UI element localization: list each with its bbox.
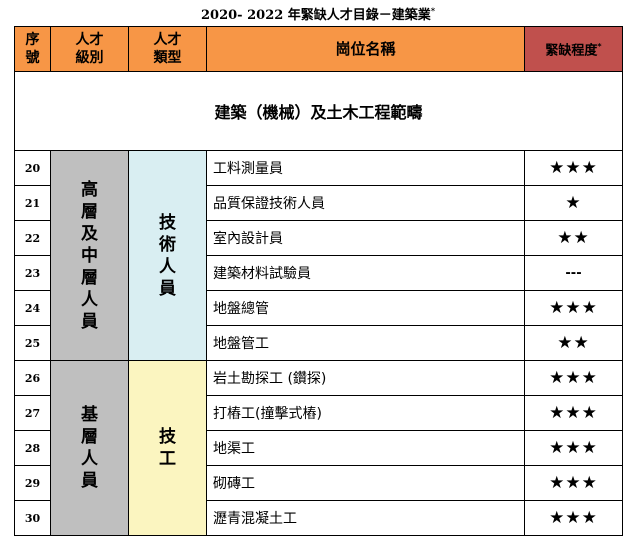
shortage-stars: ★★ — [524, 325, 623, 361]
header-type: 人才類型 — [128, 26, 207, 72]
position-name: 岩土勘探工 (鑽探) — [206, 360, 525, 396]
section-title: 建築（機械）及土木工程範疇 — [14, 71, 623, 151]
row-number: 30 — [14, 500, 51, 536]
header-serial: 序號 — [14, 26, 51, 72]
row-number: 26 — [14, 360, 51, 396]
position-name: 打樁工(撞擊式樁) — [206, 395, 525, 431]
talent-table: 序號 人才級別 人才類型 崗位名稱 緊缺程度* 建築（機械）及土木工程範疇 20… — [14, 26, 623, 536]
position-name: 建築材料試驗員 — [206, 255, 525, 291]
row-number: 25 — [14, 325, 51, 361]
shortage-stars: ★★★ — [524, 430, 623, 466]
header-level: 人才級別 — [50, 26, 129, 72]
position-name: 品質保證技術人員 — [206, 185, 525, 221]
shortage-stars: ★★★ — [524, 290, 623, 326]
shortage-stars: ★ — [524, 185, 623, 221]
header-position: 崗位名稱 — [206, 26, 525, 72]
section-row: 建築（機械）及土木工程範疇 — [14, 71, 623, 151]
header-severity-mark: * — [597, 41, 602, 51]
shortage-stars: ★★★ — [524, 395, 623, 431]
position-name: 地盤管工 — [206, 325, 525, 361]
shortage-stars: --- — [524, 255, 623, 291]
title-footnote-mark: * — [430, 5, 435, 16]
title-text: 2020- 2022 年緊缺人才目錄－建築業 — [201, 8, 431, 23]
header-severity: 緊缺程度* — [524, 26, 623, 72]
page-title: 2020- 2022 年緊缺人才目錄－建築業* — [0, 4, 636, 23]
header-row: 序號 人才級別 人才類型 崗位名稱 緊缺程度* — [14, 26, 623, 72]
shortage-stars: ★★ — [524, 220, 623, 256]
position-name: 砌磚工 — [206, 465, 525, 501]
row-number: 27 — [14, 395, 51, 431]
type-technical-label: 技術人員 — [159, 212, 176, 299]
level-senior-cell: 高層及中層人員 — [50, 150, 129, 361]
position-name: 地渠工 — [206, 430, 525, 466]
table-row: 20 高層及中層人員 技術人員 工料測量員 ★★★ — [14, 150, 623, 361]
table-row: 26 基層人員 技工 岩土勘探工 (鑽探) ★★★ — [14, 360, 623, 536]
row-number: 28 — [14, 430, 51, 466]
row-number: 20 — [14, 150, 51, 186]
row-number: 23 — [14, 255, 51, 291]
position-name: 室內設計員 — [206, 220, 525, 256]
header-severity-label: 緊缺程度 — [545, 43, 598, 59]
row-number: 24 — [14, 290, 51, 326]
row-number: 29 — [14, 465, 51, 501]
shortage-stars: ★★★ — [524, 500, 623, 536]
position-name: 工料測量員 — [206, 150, 525, 186]
row-number: 21 — [14, 185, 51, 221]
level-basic-label: 基層人員 — [81, 405, 98, 491]
position-name: 瀝青混凝土工 — [206, 500, 525, 536]
shortage-stars: ★★★ — [524, 360, 623, 396]
type-worker-cell: 技工 — [128, 360, 207, 536]
level-senior-label: 高層及中層人員 — [81, 179, 98, 332]
shortage-stars: ★★★ — [524, 150, 623, 186]
shortage-stars: ★★★ — [524, 465, 623, 501]
level-basic-cell: 基層人員 — [50, 360, 129, 536]
position-name: 地盤總管 — [206, 290, 525, 326]
type-technical-cell: 技術人員 — [128, 150, 207, 361]
row-number: 22 — [14, 220, 51, 256]
type-worker-label: 技工 — [159, 427, 176, 469]
